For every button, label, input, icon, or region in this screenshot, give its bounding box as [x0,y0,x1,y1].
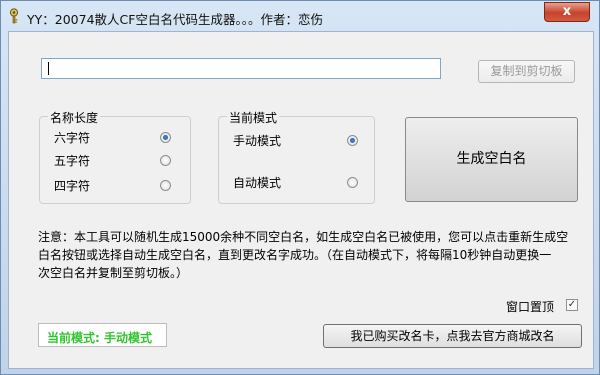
radio-auto-mode[interactable] [347,177,358,188]
notice-line-2: 白名按钮或选择自动生成空白名，直到更改名字成功。（在自动模式下，将每隔10秒钟自… [38,248,552,262]
window-topmost-label: 窗口置顶 [506,300,555,314]
radio-selected-dot [350,138,355,143]
current-mode-status: 当前模式: 手动模式 [47,331,152,345]
option-manual-mode[interactable]: 手动模式 [233,132,281,149]
notice-line-3: 次空白名并复制至剪切板。） [38,266,189,280]
client-area: 复制到剪切板 名称长度 六字符 五字符 四字符 当前模式 手动模式 自动模式 生… [8,31,594,369]
radio-selected-dot [163,135,168,140]
mode-group: 当前模式 手动模式 自动模式 [218,109,375,204]
title-bar[interactable]: YY：20074散人CF空白名代码生成器。。。作者：恋伤 x [1,1,599,31]
notice-text: 注意：本工具可以随机生成15000余种不同空白名，如生成空白名已被使用，您可以点… [38,228,578,282]
option-six-chars-label: 六字符 [54,131,91,145]
name-output-field[interactable] [41,58,441,79]
window-topmost-checkbox[interactable]: ✓ [566,299,578,311]
buy-rename-card-button[interactable]: 我已购买改名卡，点我去官方商城改名 [323,324,582,348]
close-button[interactable]: x [544,2,590,22]
notice-line-1: 注意：本工具可以随机生成15000余种不同空白名，如生成空白名已被使用，您可以点… [38,230,569,244]
main-window: YY：20074散人CF空白名代码生成器。。。作者：恋伤 x 复制到剪切板 名称… [0,0,600,375]
name-length-group: 名称长度 六字符 五字符 四字符 [39,109,191,204]
check-icon: ✓ [567,299,577,310]
key-icon [9,8,19,24]
radio-five-chars[interactable] [160,155,171,166]
option-six-chars[interactable]: 六字符 [54,129,90,146]
window-title: YY：20074散人CF空白名代码生成器。。。作者：恋伤 [27,12,323,27]
option-auto-mode[interactable]: 自动模式 [233,174,281,191]
option-five-chars-label: 五字符 [54,154,91,168]
name-length-group-title: 名称长度 [48,109,101,126]
text-caret [48,62,49,75]
option-five-chars[interactable]: 五字符 [54,152,90,169]
mode-group-title: 当前模式 [227,109,280,126]
generate-blank-name-button[interactable]: 生成空白名 [405,117,578,202]
option-manual-mode-label: 手动模式 [233,134,282,148]
copy-to-clipboard-button[interactable]: 复制到剪切板 [478,60,575,83]
option-four-chars[interactable]: 四字符 [54,177,90,194]
option-auto-mode-label: 自动模式 [233,176,282,190]
radio-four-chars[interactable] [160,180,171,191]
close-icon: x [562,4,572,19]
option-four-chars-label: 四字符 [54,179,91,193]
radio-manual-mode[interactable] [347,135,358,146]
radio-six-chars[interactable] [160,132,171,143]
status-box: 当前模式: 手动模式 [38,323,167,347]
